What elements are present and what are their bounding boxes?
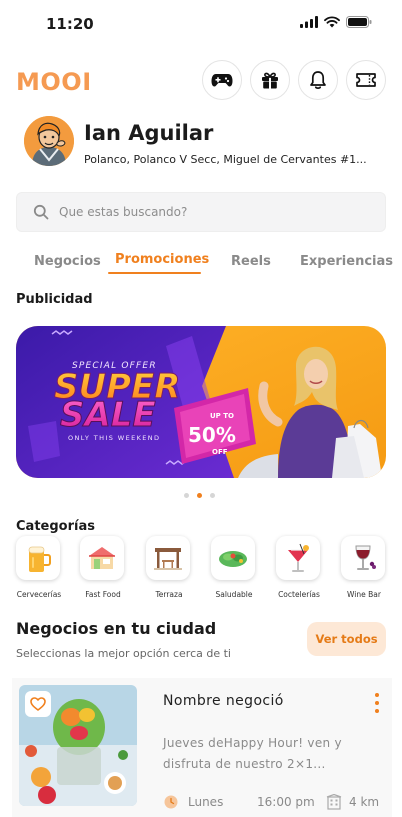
category-label: Wine Bar	[347, 590, 381, 599]
gift-icon	[262, 72, 278, 89]
banner-line3: SALE	[60, 395, 156, 435]
banner-pagination	[184, 493, 215, 498]
gamepad-icon	[211, 74, 233, 87]
games-button[interactable]	[202, 60, 242, 100]
promo-banner[interactable]: SPECIAL OFFER SUPER SALE ONLY THIS WEEKE…	[16, 326, 386, 478]
wine-icon	[355, 545, 376, 570]
user-address[interactable]: Polanco, Polanco V Secc, Miguel de Cerva…	[84, 153, 367, 166]
avatar[interactable]	[24, 116, 74, 166]
category-label: Cervecerías	[16, 590, 62, 599]
category-tile[interactable]	[341, 536, 385, 580]
business-description: Jueves deHappy Hour! ven y disfruta de n…	[163, 736, 342, 771]
search-bar[interactable]	[16, 192, 386, 232]
search-input[interactable]	[59, 205, 349, 219]
favorite-button[interactable]	[25, 691, 51, 717]
tab-reels[interactable]: Reels	[231, 254, 271, 269]
badge-top: UP TO	[210, 412, 234, 420]
categories-list: Cervecerías Fast Food Terraza Saludable …	[0, 536, 402, 606]
content-tabs: Negocios Promociones Reels Experiencias	[0, 250, 402, 276]
status-bar: 11:20	[0, 0, 402, 46]
badge-mid: 50%	[188, 423, 236, 447]
category-saludable[interactable]: Saludable	[211, 536, 257, 599]
signal-icon	[300, 16, 318, 28]
pagination-dot[interactable]	[210, 493, 215, 498]
category-label: Terraza	[155, 590, 183, 599]
banner-line4: ONLY THIS WEEKEND	[68, 434, 160, 442]
business-distance: 4 km	[349, 795, 380, 809]
pagination-dot[interactable]	[184, 493, 189, 498]
notifications-button[interactable]	[298, 60, 338, 100]
tickets-button[interactable]	[346, 60, 386, 100]
wifi-icon	[324, 16, 340, 28]
business-name[interactable]: Nombre negoció	[163, 693, 284, 709]
category-label: Fast Food	[85, 590, 121, 599]
category-tile[interactable]	[80, 536, 124, 580]
category-label: Saludable	[215, 590, 253, 599]
gifts-button[interactable]	[250, 60, 290, 100]
category-tile[interactable]	[146, 536, 190, 580]
beer-icon	[28, 546, 51, 572]
healthy-icon	[219, 551, 247, 567]
tab-promociones[interactable]: Promociones	[115, 252, 209, 267]
business-image[interactable]	[19, 685, 137, 806]
fast-food-icon	[89, 547, 115, 569]
status-time: 11:20	[46, 15, 94, 33]
nearby-section-subtitle: Seleccionas la mejor opción cerca de ti	[16, 647, 231, 660]
badge-bot: OFF	[212, 448, 228, 456]
categories-title: Categorías	[16, 519, 95, 534]
ticket-icon	[356, 73, 376, 87]
status-icons	[300, 16, 372, 28]
battery-icon	[346, 16, 372, 28]
terrace-icon	[154, 548, 182, 570]
user-name: Ian Aguilar	[84, 121, 214, 145]
heart-icon	[30, 697, 46, 711]
user-profile[interactable]: Ian Aguilar Polanco, Polanco V Secc, Mig…	[24, 116, 394, 172]
business-day: Lunes	[188, 795, 224, 809]
category-label: Coctelerías	[278, 590, 320, 599]
category-cervecerias[interactable]: Cervecerías	[16, 536, 62, 599]
top-bar: MOOI	[0, 60, 402, 100]
promo-banner-art: SPECIAL OFFER SUPER SALE ONLY THIS WEEKE…	[16, 326, 386, 478]
cocktail-icon	[288, 543, 309, 572]
pagination-dot-active[interactable]	[197, 493, 202, 498]
business-time: 16:00 pm	[257, 795, 315, 809]
tab-negocios[interactable]: Negocios	[34, 254, 101, 269]
category-fast-food[interactable]: Fast Food	[80, 536, 126, 599]
tab-experiencias[interactable]: Experiencias	[300, 254, 393, 269]
more-options-icon[interactable]	[373, 692, 381, 714]
app-logo[interactable]: MOOI	[16, 68, 92, 96]
active-tab-indicator	[108, 272, 201, 274]
clock-icon	[164, 795, 178, 809]
search-icon	[33, 204, 49, 220]
category-tile[interactable]	[211, 536, 255, 580]
category-tile[interactable]	[16, 536, 60, 580]
nearby-section-title: Negocios en tu ciudad	[16, 619, 217, 638]
see-all-button[interactable]: Ver todos	[307, 622, 386, 656]
category-tile[interactable]	[276, 536, 320, 580]
category-wine-bar[interactable]: Wine Bar	[341, 536, 387, 599]
ads-section-title: Publicidad	[16, 292, 93, 307]
category-terraza[interactable]: Terraza	[146, 536, 192, 599]
bell-icon	[310, 71, 326, 89]
building-icon	[326, 794, 342, 810]
business-card[interactable]: Nombre negoció Jueves deHappy Hour! ven …	[12, 678, 392, 817]
category-coctelerias[interactable]: Coctelerías	[276, 536, 322, 599]
